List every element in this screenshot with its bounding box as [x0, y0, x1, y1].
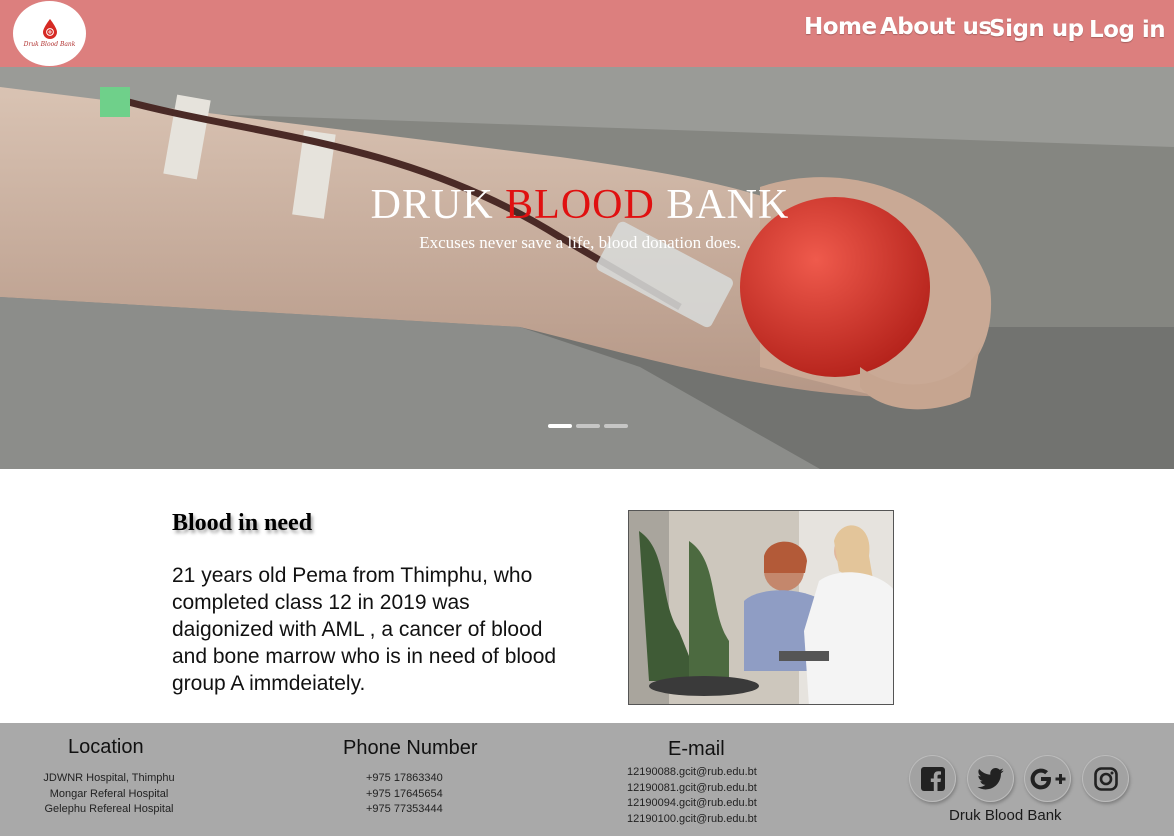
- carousel-indicator-1[interactable]: [548, 424, 572, 428]
- google-plus-button[interactable]: [1024, 755, 1071, 802]
- facebook-button[interactable]: [909, 755, 956, 802]
- email-item[interactable]: 12190094.gcit@rub.edu.bt: [627, 796, 757, 812]
- twitter-icon: [977, 767, 1004, 789]
- instagram-button[interactable]: [1082, 755, 1129, 802]
- doctor-patient-photo: [628, 510, 894, 705]
- email-title: E-mail: [668, 738, 725, 760]
- blood-in-need-title: Blood in need: [172, 510, 313, 536]
- footer-brand: Druk Blood Bank: [949, 807, 1062, 824]
- footer: Location JDWNR Hospital, Thimphu Mongar …: [0, 723, 1174, 836]
- nav-signup-link[interactable]: Sign up: [989, 16, 1084, 42]
- phone-item: +975 77353444: [366, 803, 443, 816]
- location-item: Mongar Referal Hospital: [49, 787, 169, 800]
- hero-title-part3: BANK: [666, 182, 790, 228]
- hero-title-part2: BLOOD: [505, 182, 655, 228]
- blood-drop-icon: [42, 19, 57, 39]
- nav-home-link[interactable]: Home: [804, 14, 877, 40]
- email-item[interactable]: 12190088.gcit@rub.edu.bt: [627, 765, 757, 781]
- phone-item: +975 17645654: [366, 787, 443, 800]
- hero-subtitle: Excuses never save a life, blood donatio…: [419, 233, 741, 252]
- facebook-icon: [920, 766, 945, 791]
- email-item[interactable]: 12190081.gcit@rub.edu.bt: [627, 781, 757, 797]
- logo-text: Druk Blood Bank: [23, 41, 76, 48]
- instagram-icon: [1093, 766, 1118, 791]
- nav-login-link[interactable]: Log in: [1089, 17, 1166, 43]
- email-list: 12190088.gcit@rub.edu.bt 12190081.gcit@r…: [627, 765, 757, 828]
- google-plus-icon: [1030, 768, 1065, 789]
- location-item: JDWNR Hospital, Thimphu: [43, 772, 175, 784]
- nav-about-link[interactable]: About us: [880, 14, 992, 40]
- blood-in-need-text: 21 years old Pema from Thimphu, who comp…: [172, 564, 557, 695]
- carousel-indicator-2[interactable]: [576, 424, 600, 428]
- phone-item: +975 17863340: [366, 772, 443, 784]
- carousel-indicators: [548, 424, 628, 428]
- email-item[interactable]: 12190100.gcit@rub.edu.bt: [627, 812, 757, 828]
- hero-title-part1: DRUK: [370, 182, 494, 228]
- location-list: JDWNR Hospital, Thimphu Mongar Referal H…: [30, 771, 188, 818]
- hero-title: DRUK BLOOD BANK: [0, 181, 1160, 229]
- location-item: Gelephu Refereal Hospital: [44, 803, 174, 816]
- twitter-button[interactable]: [967, 755, 1014, 802]
- phone-list: +975 17863340 +975 17645654 +975 7735344…: [366, 771, 443, 818]
- location-title: Location: [68, 736, 144, 758]
- logo[interactable]: Druk Blood Bank: [13, 1, 86, 66]
- hero-carousel[interactable]: DRUK BLOOD BANK Excuses never save a lif…: [0, 67, 1174, 469]
- top-navbar: Druk Blood Bank Home About us Sign up Lo…: [0, 0, 1174, 67]
- carousel-indicator-3[interactable]: [604, 424, 628, 428]
- hero-image: [0, 67, 1174, 469]
- phone-title: Phone Number: [343, 737, 478, 759]
